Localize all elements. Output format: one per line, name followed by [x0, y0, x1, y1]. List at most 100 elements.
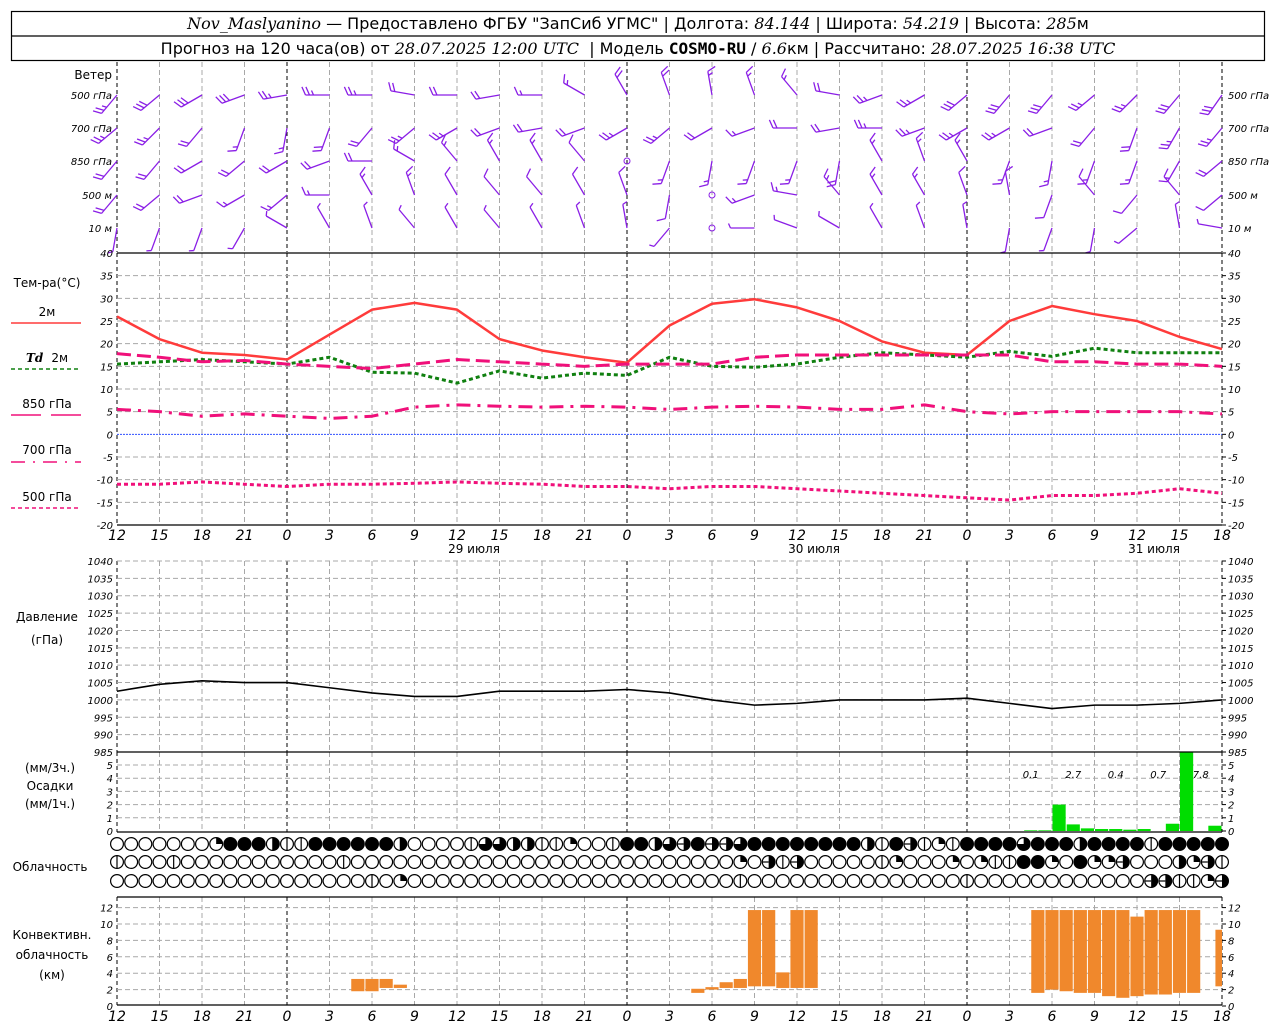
- hour-label: 6: [1048, 528, 1057, 544]
- bottom-hour-label: 9: [1090, 1009, 1099, 1024]
- wind-barb-feather: [217, 171, 227, 178]
- cloud-cover-icon: [265, 836, 280, 851]
- wind-barb-feather: [869, 202, 874, 208]
- wind-barb: [727, 223, 755, 229]
- wind-barb-feather: [180, 97, 189, 104]
- wind-barb-feather: [780, 68, 787, 77]
- cloud-circle: [1129, 854, 1144, 869]
- wind-barb: [387, 127, 415, 145]
- cloud-cover-icon: [1172, 873, 1187, 888]
- cloud-cover-icon: [605, 873, 620, 888]
- cloud-cover-icon: [860, 836, 875, 851]
- wind-barb-feather: [652, 182, 662, 185]
- temperature-tick-label-left: 10: [100, 385, 113, 396]
- cloud-circle: [719, 873, 734, 888]
- cloud-circle: [874, 873, 889, 888]
- convective-label-3: (км): [39, 968, 65, 982]
- cloud-cover-icon: [1214, 836, 1229, 851]
- cloud-circle: [308, 854, 323, 869]
- wind-barb-feather: [405, 165, 414, 173]
- wind-barb: [810, 123, 840, 133]
- wind-barb-feather: [1158, 180, 1168, 183]
- wind-barb: [428, 86, 457, 96]
- precip-bar: [1137, 829, 1151, 831]
- cloud-circle: [619, 854, 634, 869]
- hour-label: 3: [325, 528, 334, 544]
- cloud-cover-icon: [704, 836, 719, 851]
- cloud-cover-icon: [931, 873, 946, 888]
- cloud-cover-icon: [350, 854, 365, 869]
- cloud-cover-icon: [1144, 854, 1159, 869]
- cloud-cover-icon: [945, 854, 960, 869]
- cloud-circle: [322, 836, 337, 851]
- cloud-cover-icon: [379, 873, 394, 888]
- wind-barb-feather: [1070, 143, 1080, 148]
- cloud-circle: [223, 873, 238, 888]
- wind-barb-feather: [396, 146, 399, 152]
- wind-barb-feather: [1195, 205, 1204, 212]
- cloud-cover-icon: [379, 836, 394, 851]
- wind-barb-feather: [93, 136, 102, 142]
- temperature-tick-label-left: -15: [97, 498, 113, 509]
- cloud-cover-icon: [464, 873, 479, 888]
- wind-barb-shaft: [664, 194, 671, 219]
- wind-barb-feather: [731, 130, 737, 136]
- wind-barb-feather: [95, 173, 105, 177]
- wind-barb-feather: [483, 204, 487, 210]
- cloud-cover-icon: [846, 854, 861, 869]
- cloud-cover-icon: [365, 873, 380, 888]
- cloud-half-fill: [272, 837, 280, 851]
- cloud-cover-icon: [209, 836, 224, 851]
- cloud-circle: [761, 836, 776, 851]
- wind-barb-feather: [687, 132, 696, 139]
- hour-label: 3: [1005, 528, 1014, 544]
- cloud-cover-icon: [719, 836, 734, 851]
- pressure-tick-label-left: 1015: [88, 644, 113, 655]
- wind-barb-feather: [905, 129, 910, 134]
- temperature-tick-label-left: 30: [100, 294, 113, 305]
- wind-barb-shaft: [398, 209, 415, 229]
- station-name: Nov_Maslyanino: [186, 14, 321, 33]
- cloud-cover-icon: [789, 836, 804, 851]
- cloud-cover-icon: [974, 854, 989, 869]
- precip-sum-label: 7.8: [1193, 770, 1209, 781]
- wind-barb: [483, 168, 500, 196]
- precip-tick-label-left: 1: [107, 814, 113, 825]
- pressure-tick-label-right: 1030: [1228, 592, 1253, 603]
- wind-barb-feather: [262, 165, 271, 172]
- cloud-half-fill: [1207, 855, 1215, 869]
- wind-barb: [1034, 194, 1053, 219]
- wind-barb-feather: [699, 184, 708, 188]
- bottom-hour-label: 21: [916, 1009, 934, 1024]
- hour-label: 21: [236, 528, 254, 544]
- wind-barb-feather: [177, 143, 187, 148]
- cloud-circle: [152, 873, 167, 888]
- cloud-cover-icon: [676, 836, 691, 851]
- wind-barb: [173, 160, 203, 174]
- cloud-circle: [577, 873, 592, 888]
- legend-850-label: 850 гПа: [22, 397, 71, 411]
- wind-barb: [300, 160, 330, 170]
- cloud-cover-icon: [223, 873, 238, 888]
- wind-barb-feather: [1119, 182, 1129, 185]
- wind-barb-feather: [220, 169, 230, 175]
- cloud-circle: [1087, 836, 1102, 851]
- cloud-circle: [124, 836, 139, 851]
- wind-barb: [773, 214, 798, 229]
- cloud-cover-icon: [435, 836, 450, 851]
- wind-barb: [444, 202, 458, 229]
- cloud-circle: [775, 836, 790, 851]
- convective-tick-label-left: 10: [100, 920, 113, 931]
- precip-tick-label-left: 4: [107, 774, 113, 785]
- hour-label: 18: [193, 528, 211, 544]
- wind-barb: [642, 127, 670, 145]
- cloud-cover-icon: [1059, 854, 1074, 869]
- cloud-cover-icon: [1129, 836, 1144, 851]
- wind-barb-feather: [1174, 201, 1180, 205]
- wind-barb: [869, 132, 883, 162]
- cloud-circle: [789, 836, 804, 851]
- wind-barb-feather: [428, 134, 437, 141]
- cloud-circle: [832, 836, 847, 851]
- cloud-circle: [152, 854, 167, 869]
- wind-barb-feather: [1078, 168, 1084, 177]
